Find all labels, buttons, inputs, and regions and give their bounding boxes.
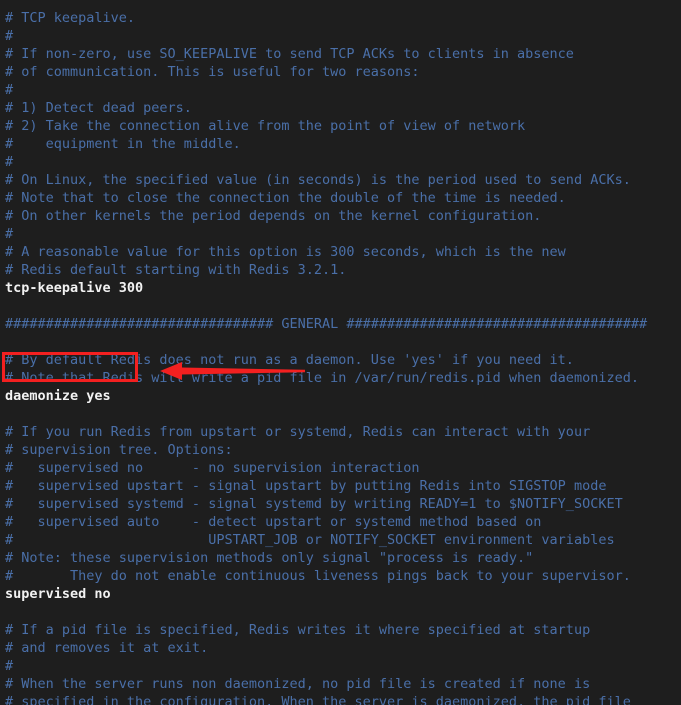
comment-line[interactable]: # TCP keepalive. <box>5 9 647 27</box>
comment-line[interactable]: # <box>5 153 647 171</box>
comment-line[interactable]: # supervised systemd - signal systemd by… <box>5 495 647 513</box>
comment-line[interactable]: # <box>5 657 647 675</box>
config-directive-line[interactable]: supervised no <box>5 585 647 603</box>
comment-line[interactable]: # When the server runs non daemonized, n… <box>5 675 647 693</box>
comment-line[interactable]: # Note that Redis will write a pid file … <box>5 369 647 387</box>
comment-line[interactable]: # A reasonable value for this option is … <box>5 243 647 261</box>
comment-line[interactable]: # supervised no - no supervision interac… <box>5 459 647 477</box>
comment-line[interactable]: # On other kernels the period depends on… <box>5 207 647 225</box>
comment-line[interactable]: # 2) Take the connection alive from the … <box>5 117 647 135</box>
blank-line[interactable] <box>5 603 647 621</box>
comment-line[interactable]: # and removes it at exit. <box>5 639 647 657</box>
comment-line[interactable]: # Redis default starting with Redis 3.2.… <box>5 261 647 279</box>
comment-line[interactable]: # Note that to close the connection the … <box>5 189 647 207</box>
config-directive-line[interactable]: tcp-keepalive 300 <box>5 279 647 297</box>
blank-line[interactable] <box>5 333 647 351</box>
comment-line[interactable]: # <box>5 81 647 99</box>
comment-line[interactable]: # If you run Redis from upstart or syste… <box>5 423 647 441</box>
blank-line[interactable] <box>5 297 647 315</box>
comment-line[interactable]: # equipment in the middle. <box>5 135 647 153</box>
config-file-text[interactable]: # TCP keepalive. # # If non-zero, use SO_K… <box>5 9 647 705</box>
comment-line[interactable]: # On Linux, the specified value (in seco… <box>5 171 647 189</box>
comment-line[interactable]: ################################# GENERA… <box>5 315 647 333</box>
comment-line[interactable]: # <box>5 225 647 243</box>
comment-line[interactable]: # 1) Detect dead peers. <box>5 99 647 117</box>
comment-line[interactable]: # supervision tree. Options: <box>5 441 647 459</box>
config-directive-line[interactable]: daemonize yes <box>5 387 647 405</box>
code-editor-view[interactable]: # TCP keepalive. # # If non-zero, use SO_K… <box>0 0 681 705</box>
comment-line[interactable]: # Note: these supervision methods only s… <box>5 549 647 567</box>
comment-line[interactable]: # By default Redis does not run as a dae… <box>5 351 647 369</box>
comment-line[interactable]: # specified in the configuration. When t… <box>5 693 647 705</box>
comment-line[interactable]: # <box>5 27 647 45</box>
blank-line[interactable] <box>5 405 647 423</box>
comment-line[interactable]: # If non-zero, use SO_KEEPALIVE to send … <box>5 45 647 63</box>
comment-line[interactable]: # of communication. This is useful for t… <box>5 63 647 81</box>
comment-line[interactable]: # UPSTART_JOB or NOTIFY_SOCKET environme… <box>5 531 647 549</box>
comment-line[interactable]: # If a pid file is specified, Redis writ… <box>5 621 647 639</box>
comment-line[interactable]: # supervised upstart - signal upstart by… <box>5 477 647 495</box>
comment-line[interactable]: # supervised auto - detect upstart or sy… <box>5 513 647 531</box>
comment-line[interactable]: # They do not enable continuous liveness… <box>5 567 647 585</box>
